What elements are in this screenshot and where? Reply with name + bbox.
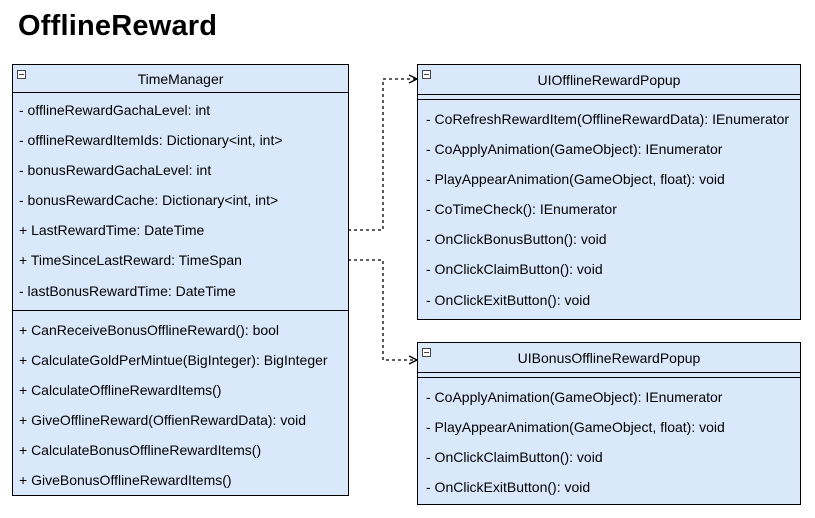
class-header: TimeManager [13,65,348,93]
method-row: - OnClickClaimButton(): void [426,261,603,278]
attribute-row: - bonusRewardGachaLevel: int [19,162,212,179]
method-row: + CalculateOfflineRewardItems() [19,382,222,399]
class-header: UIBonusOfflineRewardPopup [418,343,800,373]
attributes-section: - offlineRewardGachaLevel: int - offline… [13,93,348,310]
methods-section: + CanReceiveBonusOfflineReward(): bool +… [13,310,348,496]
collapse-toggle-icon[interactable] [17,70,26,79]
method-row: - CoRefreshRewardItem(OfflineRewardData)… [426,111,790,127]
method-row: - OnClickClaimButton(): void [426,449,603,466]
class-time-manager[interactable]: TimeManager - offlineRewardGachaLevel: i… [12,64,349,496]
method-row: + CanReceiveBonusOfflineReward(): bool [19,322,280,338]
method-row: - CoTimeCheck(): IEnumerator [426,201,617,218]
collapse-toggle-icon[interactable] [422,348,431,357]
connector-last-reward-to-offline-popup [348,79,417,231]
class-ui-bonus-offline-reward-popup[interactable]: UIBonusOfflineRewardPopup - CoApplyAnima… [417,342,801,505]
method-row: + CalculateGoldPerMintue(BigInteger): Bi… [19,352,328,369]
method-row: - CoApplyAnimation(GameObject): IEnumera… [426,141,723,158]
attribute-row: + LastRewardTime: DateTime [19,222,205,239]
method-row: + GiveBonusOfflineRewardItems() [19,472,232,489]
method-row: + CalculateBonusOfflineRewardItems() [19,442,262,459]
method-row: + GiveOfflineReward(OffienRewardData): v… [19,412,306,429]
method-row: - OnClickExitButton(): void [426,479,591,496]
method-row: - PlayAppearAnimation(GameObject, float)… [426,171,725,188]
class-header: UIOfflineRewardPopup [418,65,800,95]
class-ui-offline-reward-popup[interactable]: UIOfflineRewardPopup - CoRefreshRewardIt… [417,64,801,320]
attribute-row: - lastBonusRewardTime: DateTime [19,282,236,299]
class-name: UIOfflineRewardPopup [537,72,681,88]
methods-section: - CoApplyAnimation(GameObject): IEnumera… [418,378,800,502]
method-row: - CoApplyAnimation(GameObject): IEnumera… [426,389,723,405]
class-name: UIBonusOfflineRewardPopup [517,350,701,366]
collapse-toggle-icon[interactable] [422,70,431,79]
method-row: - OnClickExitButton(): void [426,291,591,308]
attribute-row: - bonusRewardCache: Dictionary<int, int> [19,192,279,209]
attribute-row: - offlineRewardGachaLevel: int [19,102,211,118]
methods-section: - CoRefreshRewardItem(OfflineRewardData)… [418,100,800,315]
connector-time-since-to-bonus-popup [348,259,417,360]
attribute-row: + TimeSinceLastReward: TimeSpan [19,252,242,269]
method-row: - PlayAppearAnimation(GameObject, float)… [426,419,725,436]
class-name: TimeManager [137,71,224,87]
attribute-row: - offlineRewardItemIds: Dictionary<int, … [19,132,283,149]
method-row: - OnClickBonusButton(): void [426,231,607,248]
